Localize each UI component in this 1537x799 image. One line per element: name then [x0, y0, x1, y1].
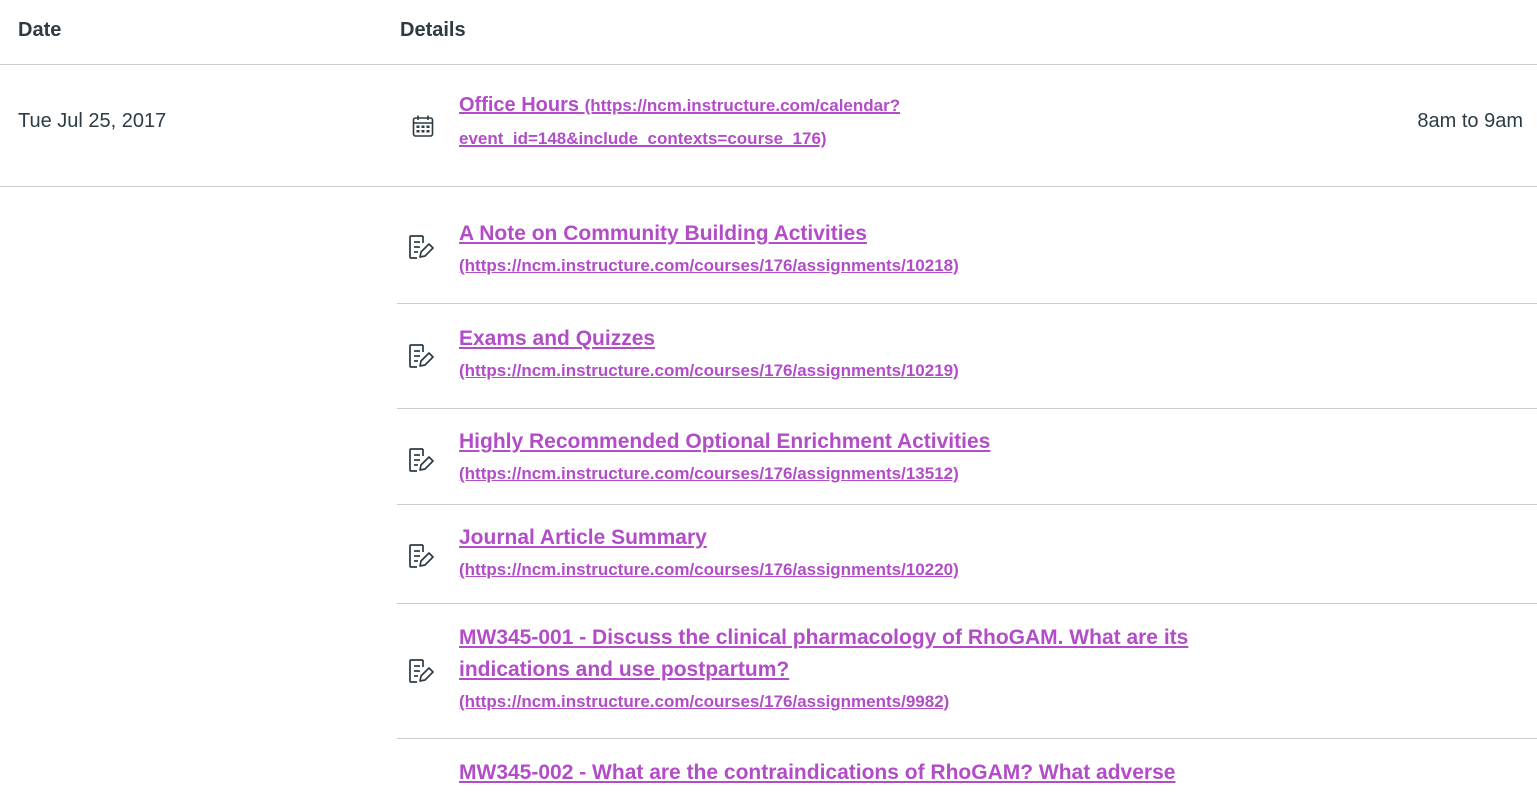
table-header-row: Date Details [0, 0, 1537, 65]
event-time: 8am to 9am [1417, 110, 1523, 132]
event-date: Tue Jul 25, 2017 [18, 110, 167, 132]
assignment-icon [409, 448, 434, 472]
column-header-details: Details [400, 19, 466, 41]
event-url-line2: event_id=148&include_contexts=course_176… [459, 129, 827, 148]
assignment-title-line2: indications and use postpartum? [459, 658, 790, 681]
event-row: Tue Jul 25, 2017 Office Hours (https://n… [0, 64, 1537, 187]
event-title: Office Hours [459, 94, 580, 116]
assignment-icon [409, 344, 434, 368]
assignment-url: (https://ncm.instructure.com/courses/176… [459, 256, 959, 275]
assignment-url: (https://ncm.instructure.com/courses/176… [459, 692, 950, 711]
assignment-link[interactable]: Exams and Quizzes (https://ncm.instructu… [459, 323, 1459, 387]
list-item: Journal Article Summary (https://ncm.ins… [397, 505, 1537, 604]
list-item: Highly Recommended Optional Enrichment A… [397, 409, 1537, 505]
assignment-title-line1: MW345-001 - Discuss the clinical pharmac… [459, 626, 1189, 649]
assignment-url: (https://ncm.instructure.com/courses/176… [459, 361, 959, 380]
calendar-icon [412, 115, 434, 137]
assignment-icon [409, 235, 434, 259]
assignment-link[interactable]: MW345-002 - What are the contraindicatio… [459, 757, 1459, 789]
column-header-date: Date [18, 19, 62, 41]
list-item: MW345-002 - What are the contraindicatio… [397, 739, 1537, 799]
event-url-line1: (https://ncm.instructure.com/calendar? [584, 96, 901, 115]
list-item: A Note on Community Building Activities … [397, 187, 1537, 304]
syllabus-summary: Date Details Tue Jul 25, 2017 Office Hou… [0, 0, 1537, 799]
assignment-title: Highly Recommended Optional Enrichment A… [459, 430, 991, 453]
assignment-icon [409, 544, 434, 568]
assignment-link[interactable]: Highly Recommended Optional Enrichment A… [459, 426, 1459, 490]
list-item: Exams and Quizzes (https://ncm.instructu… [397, 304, 1537, 409]
assignment-link[interactable]: MW345-001 - Discuss the clinical pharmac… [459, 622, 1459, 718]
office-hours-link[interactable]: Office Hours (https://ncm.instructure.co… [459, 89, 1179, 155]
assignment-link[interactable]: A Note on Community Building Activities … [459, 218, 1459, 282]
assignment-link[interactable]: Journal Article Summary (https://ncm.ins… [459, 522, 1459, 586]
assignment-icon [409, 659, 434, 683]
assignment-title: Exams and Quizzes [459, 327, 656, 350]
assignment-title: A Note on Community Building Activities [459, 222, 867, 245]
assignment-url: (https://ncm.instructure.com/courses/176… [459, 560, 959, 579]
list-item: MW345-001 - Discuss the clinical pharmac… [397, 604, 1537, 739]
assignment-list: A Note on Community Building Activities … [397, 187, 1537, 799]
assignment-title-line1: MW345-002 - What are the contraindicatio… [459, 761, 1176, 784]
assignment-url: (https://ncm.instructure.com/courses/176… [459, 464, 959, 483]
assignment-title: Journal Article Summary [459, 526, 707, 549]
